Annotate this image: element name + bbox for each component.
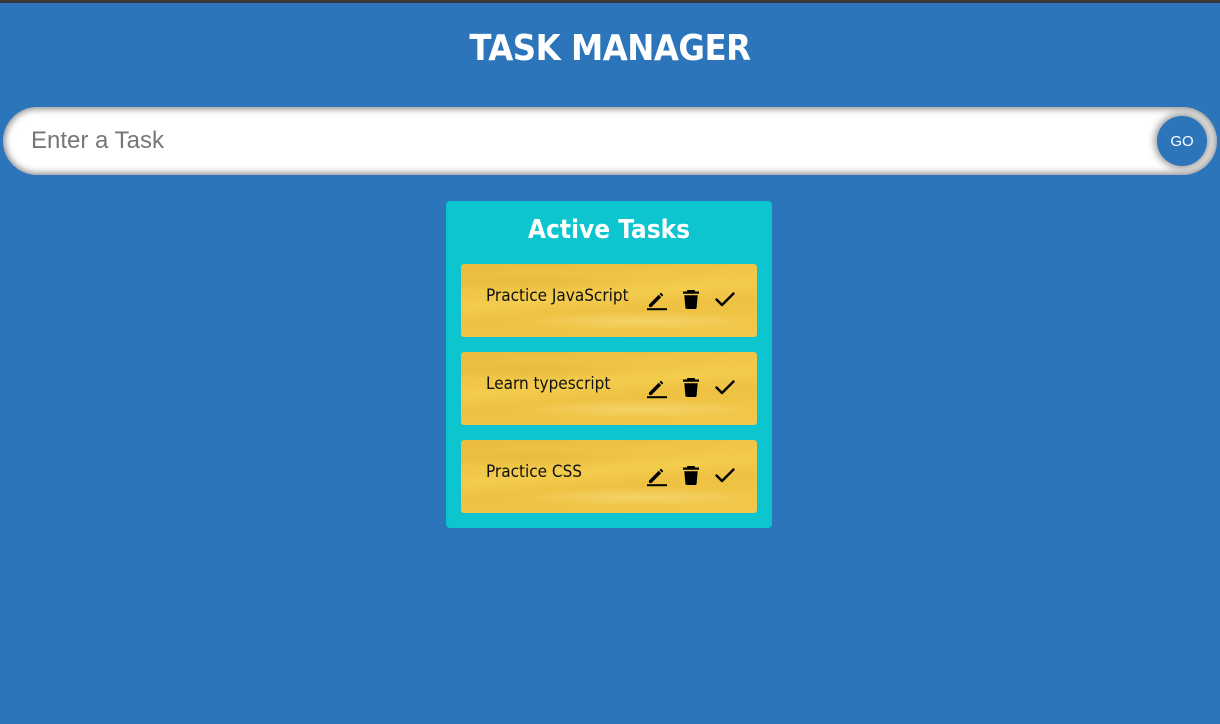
task-text: Practice JavaScript [486,286,629,306]
edit-icon[interactable] [645,463,669,487]
task-text: Learn typescript [486,374,611,394]
check-icon[interactable] [713,375,737,399]
check-icon[interactable] [713,287,737,311]
task-item: Practice JavaScript [461,264,757,337]
task-list: Practice JavaScript Learn typescript Pra… [461,264,757,528]
delete-icon[interactable] [679,287,703,311]
active-tasks-panel: Active Tasks Practice JavaScript Learn t… [446,201,772,528]
active-tasks-title: Active Tasks [527,215,691,245]
task-actions [645,287,741,311]
check-icon[interactable] [713,463,737,487]
task-item: Practice CSS [461,440,757,513]
task-input[interactable] [3,107,1217,175]
delete-icon[interactable] [679,463,703,487]
task-form: GO [3,107,1217,175]
edit-icon[interactable] [645,287,669,311]
task-actions [645,375,741,399]
task-item: Learn typescript [461,352,757,425]
go-button[interactable]: GO [1157,116,1207,166]
app-title: TASK MANAGER [469,28,751,69]
delete-icon[interactable] [679,375,703,399]
window-top-border [0,0,1220,3]
task-actions [645,463,741,487]
task-text: Practice CSS [486,462,583,482]
edit-icon[interactable] [645,375,669,399]
